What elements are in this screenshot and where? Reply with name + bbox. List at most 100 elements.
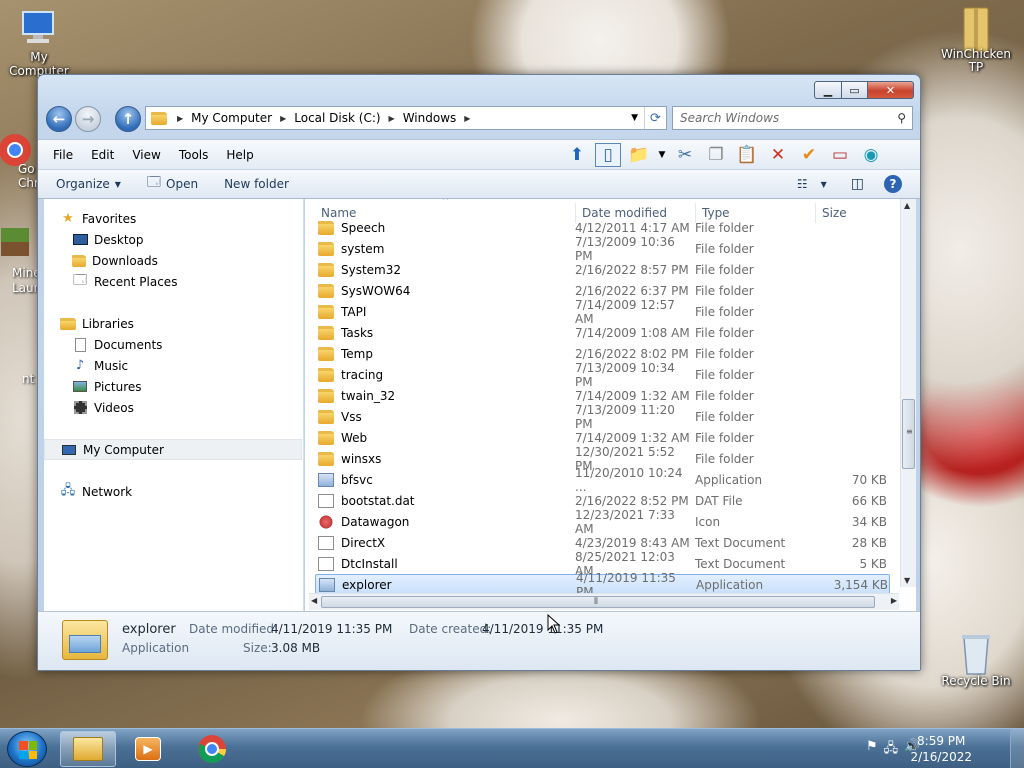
breadcrumb-arrow-icon[interactable]: ▶ (276, 114, 290, 123)
menu-file[interactable]: File (44, 148, 82, 162)
nav-my-computer[interactable]: My Computer (44, 439, 302, 460)
nav-downloads[interactable]: Downloads (72, 250, 330, 271)
file-type: File folder (695, 451, 754, 466)
scroll-up-icon[interactable]: ▲ (904, 201, 910, 210)
open-button[interactable]: 🗔 Open (139, 173, 206, 195)
file-row[interactable]: system 7/13/2009 10:36 PM File folder (315, 235, 890, 263)
desktop-icon-winchicken[interactable]: WinChicken TP (937, 6, 1015, 74)
menu-edit[interactable]: Edit (82, 148, 123, 162)
file-name: Datawagon (341, 514, 410, 529)
view-options-button[interactable]: ☷ ▼ (789, 177, 835, 191)
menu-tools[interactable]: Tools (170, 148, 218, 162)
delete-icon[interactable]: ✕ (765, 143, 791, 167)
start-button[interactable] (7, 731, 47, 767)
nav-label: Pictures (94, 379, 142, 394)
breadcrumb-arrow-icon[interactable]: ▶ (385, 114, 399, 123)
vertical-scrollbar[interactable]: ▲ ≡ ▼ (900, 199, 916, 587)
breadcrumb-arrow-icon: ▶ (177, 113, 184, 123)
folder-icon (318, 283, 334, 298)
desktop-icon-recycle-bin[interactable]: Recycle Bin (937, 632, 1015, 688)
menu-help[interactable]: Help (217, 148, 262, 162)
file-row[interactable]: Datawagon 12/23/2021 7:33 AM Icon 34 KB (315, 508, 890, 536)
scroll-left-icon[interactable]: ◀ (311, 596, 317, 605)
vertical-scroll-thumb[interactable]: ≡ (902, 399, 915, 469)
downloads-icon (72, 254, 86, 267)
horizontal-scrollbar[interactable]: ◀ ⦀ ▶ (309, 593, 899, 610)
menu-view[interactable]: View (123, 148, 169, 162)
toolbar-icons: ⬆ ▯ 📁 ▼ ✂ ❐ 📋 ✕ ✔ ▭ ◉ (564, 143, 884, 167)
folder-icon (318, 409, 334, 424)
file-row[interactable]: TAPI 7/14/2009 12:57 AM File folder (315, 298, 890, 326)
explorer-window[interactable]: ▁ ▭ ✕ ← → ↑ ▶ My Computer ▶ Local Disk (… (37, 74, 921, 671)
chevron-down-icon: ▼ (820, 179, 827, 189)
show-desktop-button[interactable] (1010, 729, 1024, 768)
file-name: SysWOW64 (341, 283, 411, 298)
file-date: 7/14/2009 1:32 AM (575, 430, 690, 445)
horizontal-scroll-thumb[interactable]: ⦀ (321, 596, 875, 608)
file-row[interactable]: Tasks 7/14/2009 1:08 AM File folder (315, 322, 890, 343)
folder-icon (318, 346, 334, 361)
nav-videos[interactable]: Videos (72, 397, 330, 418)
help-button[interactable]: ? (876, 175, 910, 193)
details-modified-value: 4/11/2019 11:35 PM (271, 622, 393, 636)
taskbar-explorer-button[interactable] (60, 731, 116, 767)
preview-pane-button[interactable]: ◫ (843, 176, 872, 192)
file-name: Web (341, 430, 368, 445)
nav-pictures[interactable]: Pictures (72, 376, 330, 397)
nav-favorites[interactable]: ★ Favorites (60, 208, 318, 229)
nav-music[interactable]: ♪ Music (72, 355, 330, 376)
action-center-icon[interactable]: ⚑ (866, 739, 878, 761)
address-bar[interactable]: ▶ My Computer ▶ Local Disk (C:) ▶ Window… (145, 106, 667, 130)
maximize-button[interactable]: ▭ (842, 81, 868, 99)
file-name: System32 (341, 262, 402, 277)
scroll-down-icon[interactable]: ▼ (904, 576, 910, 585)
refresh-icon[interactable]: ⟳ (644, 107, 666, 129)
search-icon[interactable]: ⚲ (897, 111, 906, 125)
nav-network[interactable]: 🖧 Network (60, 481, 318, 502)
toolbar-dropdown-icon[interactable]: ▼ (657, 143, 667, 167)
breadcrumb-arrow-icon[interactable]: ▶ (460, 114, 474, 123)
file-row[interactable]: bfsvc 11/20/2010 10:24 ... Application 70 K… (315, 466, 890, 494)
organize-button[interactable]: Organize ▼ (48, 177, 129, 191)
paste-icon[interactable]: 📋 (734, 143, 760, 167)
file-type: File folder (695, 241, 754, 256)
breadcrumb-local-disk[interactable]: Local Disk (C:) (290, 111, 384, 125)
desktop-partial-label: Go (18, 162, 35, 176)
scroll-right-icon[interactable]: ▶ (891, 596, 897, 605)
move-to-icon[interactable]: 📁 (626, 143, 652, 167)
close-button[interactable]: ✕ (868, 81, 914, 99)
file-row[interactable]: tracing 7/13/2009 10:34 PM File folder (315, 361, 890, 389)
up-button[interactable]: ↑ (115, 106, 141, 132)
search-input[interactable]: Search Windows ⚲ (672, 106, 913, 130)
file-row[interactable]: explorer 4/11/2019 11:35 PM Application 3,1… (315, 571, 890, 599)
checkmark-icon[interactable]: ✔ (796, 143, 822, 167)
back-button[interactable]: ← (46, 106, 72, 132)
copy-icon[interactable]: ❐ (703, 143, 729, 167)
new-folder-button[interactable]: New folder (216, 177, 297, 191)
desktop-icon-my-computer[interactable]: My Computer (0, 8, 78, 78)
network-status-icon[interactable]: 🖧 (884, 739, 899, 761)
nav-recent-places[interactable]: 🗔 Recent Places (72, 271, 330, 292)
file-row[interactable]: System32 2/16/2022 8:57 PM File folder (315, 259, 890, 280)
breadcrumb-windows[interactable]: Windows (399, 111, 461, 125)
up-folder-icon[interactable]: ⬆ (564, 143, 590, 167)
nav-desktop[interactable]: Desktop (72, 229, 330, 250)
file-name: bootstat.dat (341, 493, 415, 508)
file-size: 5 KB (859, 556, 887, 571)
nav-label: Documents (94, 337, 163, 352)
file-row[interactable]: Vss 7/13/2009 11:20 PM File folder (315, 403, 890, 431)
globe-icon[interactable]: ◉ (858, 143, 884, 167)
file-date: 4/23/2019 8:43 AM (575, 535, 690, 550)
minimize-button[interactable]: ▁ (814, 81, 842, 99)
address-dropdown-icon[interactable]: ▼ (625, 113, 644, 123)
nav-libraries[interactable]: Libraries (60, 313, 318, 334)
taskbar-media-player-button[interactable]: ▶ (120, 731, 176, 767)
properties-icon[interactable]: ▭ (827, 143, 853, 167)
nav-documents[interactable]: Documents (72, 334, 330, 355)
clock[interactable]: 8:59 PM 2/16/2022 (910, 733, 972, 765)
breadcrumb-my-computer[interactable]: My Computer (187, 111, 276, 125)
forward-button[interactable]: → (75, 106, 101, 132)
cut-icon[interactable]: ✂ (672, 143, 698, 167)
folders-pane-icon[interactable]: ▯ (595, 143, 621, 167)
taskbar-chrome-button[interactable] (184, 731, 240, 767)
